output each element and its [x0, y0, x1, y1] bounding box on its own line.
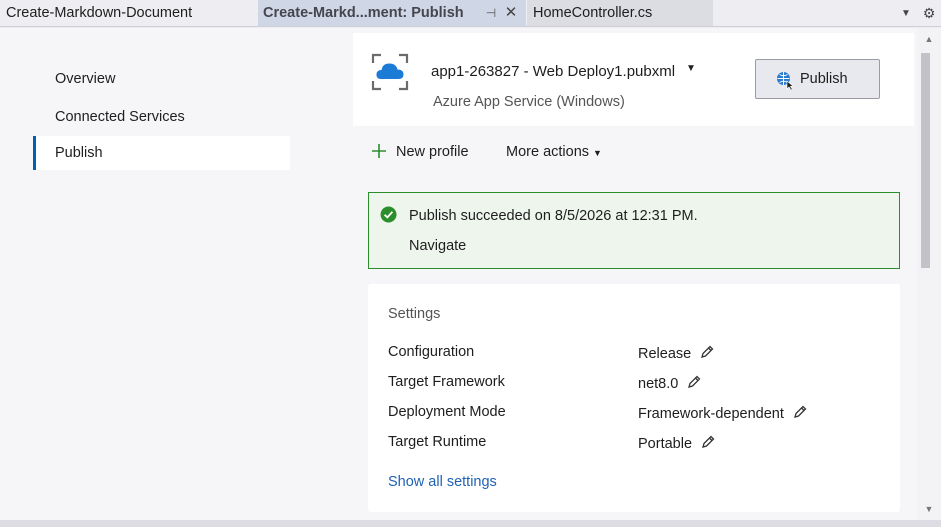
more-actions-dropdown[interactable]: More actions ▼: [506, 144, 602, 160]
setting-value: Framework-dependent: [638, 404, 808, 422]
settings-row-deployment-mode: Deployment Mode Framework-dependent: [388, 404, 888, 424]
gear-icon[interactable]: ⚙: [920, 0, 938, 27]
sidebar-item-overview[interactable]: Overview: [33, 62, 290, 96]
sidebar-item-label: Overview: [55, 71, 116, 87]
publish-profile-name[interactable]: app1-263827 - Web Deploy1.pubxml: [431, 63, 675, 80]
publish-globe-icon: [777, 72, 794, 90]
setting-label: Target Runtime: [388, 434, 487, 450]
bottom-edge: [0, 520, 941, 527]
tab-label: Create-Markdown-Document: [6, 5, 193, 21]
setting-label: Configuration: [388, 344, 475, 360]
settings-row-target-runtime: Target Runtime Portable: [388, 434, 888, 454]
sidebar-item-label: Publish: [55, 145, 103, 161]
chevron-down-icon[interactable]: ▼: [897, 0, 915, 27]
publish-button-label: Publish: [800, 71, 848, 87]
publish-sidebar: Overview Connected Services Publish: [0, 28, 338, 520]
close-icon[interactable]: ✕: [503, 0, 519, 26]
vertical-scrollbar[interactable]: ▲ ▼: [917, 28, 941, 520]
navigate-link[interactable]: Navigate: [409, 238, 466, 254]
pencil-icon[interactable]: [686, 374, 702, 390]
settings-panel: Settings Configuration Release Target Fr…: [368, 284, 900, 512]
check-circle-icon: [380, 206, 397, 223]
pencil-icon[interactable]: [700, 434, 716, 450]
profile-actions: New profile More actions ▼: [371, 142, 671, 164]
publish-status-banner: Publish succeeded on 8/5/2026 at 12:31 P…: [368, 192, 900, 269]
settings-title: Settings: [388, 306, 441, 322]
show-all-settings-link[interactable]: Show all settings: [388, 474, 497, 490]
setting-value-text: Framework-dependent: [638, 406, 784, 422]
scroll-down-icon[interactable]: ▼: [917, 502, 941, 516]
profile-dropdown-icon[interactable]: ▼: [686, 63, 696, 74]
more-actions-label: More actions: [506, 144, 590, 160]
chevron-down-icon: ▼: [593, 148, 602, 158]
sidebar-item-publish[interactable]: Publish: [33, 136, 290, 170]
setting-value: Portable: [638, 434, 716, 452]
publish-main-panel: app1-263827 - Web Deploy1.pubxml ▼ Azure…: [338, 28, 917, 520]
setting-value-text: net8.0: [638, 376, 679, 392]
setting-value: Release: [638, 344, 715, 362]
tab-label: HomeController.cs: [533, 5, 653, 21]
document-tab-strip: Create-Markdown-Document Create-Markd...…: [0, 0, 941, 27]
sidebar-item-connected-services[interactable]: Connected Services: [33, 100, 290, 134]
pin-icon[interactable]: ⊣: [484, 0, 498, 26]
publish-status-message: Publish succeeded on 8/5/2026 at 12:31 P…: [409, 208, 698, 224]
settings-row-target-framework: Target Framework net8.0: [388, 374, 888, 394]
setting-value-text: Release: [638, 346, 692, 362]
setting-value: net8.0: [638, 374, 702, 392]
publish-target-type: Azure App Service (Windows): [433, 94, 625, 110]
settings-row-configuration: Configuration Release: [388, 344, 888, 364]
publish-profile-card: app1-263827 - Web Deploy1.pubxml ▼ Azure…: [353, 33, 914, 126]
tab-label: Create-Markd...ment: Publish: [263, 5, 464, 21]
plus-icon: [372, 144, 386, 158]
setting-label: Deployment Mode: [388, 404, 506, 420]
azure-app-service-icon: [371, 53, 409, 91]
publish-button[interactable]: Publish: [755, 59, 880, 99]
setting-label: Target Framework: [388, 374, 505, 390]
new-profile-label: New profile: [396, 144, 469, 160]
scrollbar-thumb[interactable]: [921, 53, 930, 268]
tab-create-markdown-document[interactable]: Create-Markdown-Document: [0, 0, 258, 26]
scroll-up-icon[interactable]: ▲: [917, 32, 941, 46]
tab-home-controller[interactable]: HomeController.cs: [527, 0, 713, 26]
pencil-icon[interactable]: [792, 404, 808, 420]
pencil-icon[interactable]: [699, 344, 715, 360]
setting-value-text: Portable: [638, 436, 693, 452]
sidebar-item-label: Connected Services: [55, 109, 185, 125]
